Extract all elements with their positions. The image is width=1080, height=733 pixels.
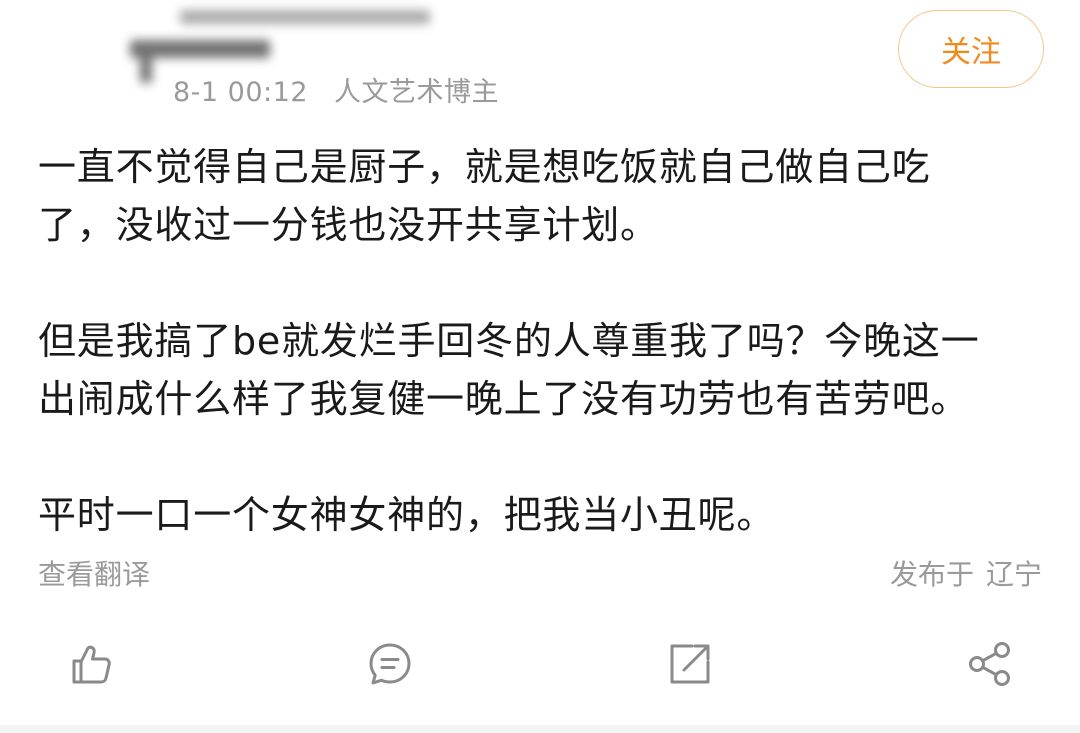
bottom-divider (0, 725, 1080, 733)
location-value: 辽宁 (985, 558, 1042, 591)
share-icon (969, 642, 1010, 686)
post-line: 但是我搞了be就发烂手回冬的人尊重我了吗？今晚这一 (38, 319, 980, 363)
post-line: 出闹成什么样了我复健一晚上了没有功劳也有苦劳吧。 (38, 377, 970, 421)
post-meta: 8-1 00:12 人文艺术博主 (173, 70, 499, 109)
comment-icon (369, 643, 411, 685)
post-location: 发布于 辽宁 (890, 553, 1042, 593)
post-line: 一直不觉得自己是厨子，就是想吃饭就自己做自己吃 (38, 145, 931, 189)
like-button[interactable] (68, 640, 116, 688)
repost-icon (670, 644, 710, 684)
author-tag: 人文艺术博主 (334, 77, 499, 108)
post-content: 一直不觉得自己是厨子，就是想吃饭就自己做自己吃 了，没收过一分钱也没开共享计划。… (38, 138, 1048, 544)
location-prefix: 发布于 (889, 558, 974, 591)
repost-button[interactable] (666, 640, 714, 688)
comment-button[interactable] (366, 640, 414, 688)
post-line: 了，没收过一分钱也没开共享计划。 (38, 203, 659, 247)
post-paragraph-1: 一直不觉得自己是厨子，就是想吃饭就自己做自己吃 了，没收过一分钱也没开共享计划。 (38, 138, 1048, 254)
share-button[interactable] (966, 640, 1014, 688)
post-time: 8-1 00:12 (173, 77, 308, 108)
post-paragraph-3: 平时一口一个女神女神的，把我当小丑呢。 (38, 486, 1048, 544)
view-translation-link[interactable]: 查看翻译 (38, 553, 150, 593)
post-paragraph-2: 但是我搞了be就发烂手回冬的人尊重我了吗？今晚这一 出闹成什么样了我复健一晚上了… (38, 312, 1048, 428)
follow-button[interactable]: 关注 (898, 10, 1044, 88)
post-line: 平时一口一个女神女神的，把我当小丑呢。 (38, 493, 776, 537)
like-icon (72, 645, 111, 684)
